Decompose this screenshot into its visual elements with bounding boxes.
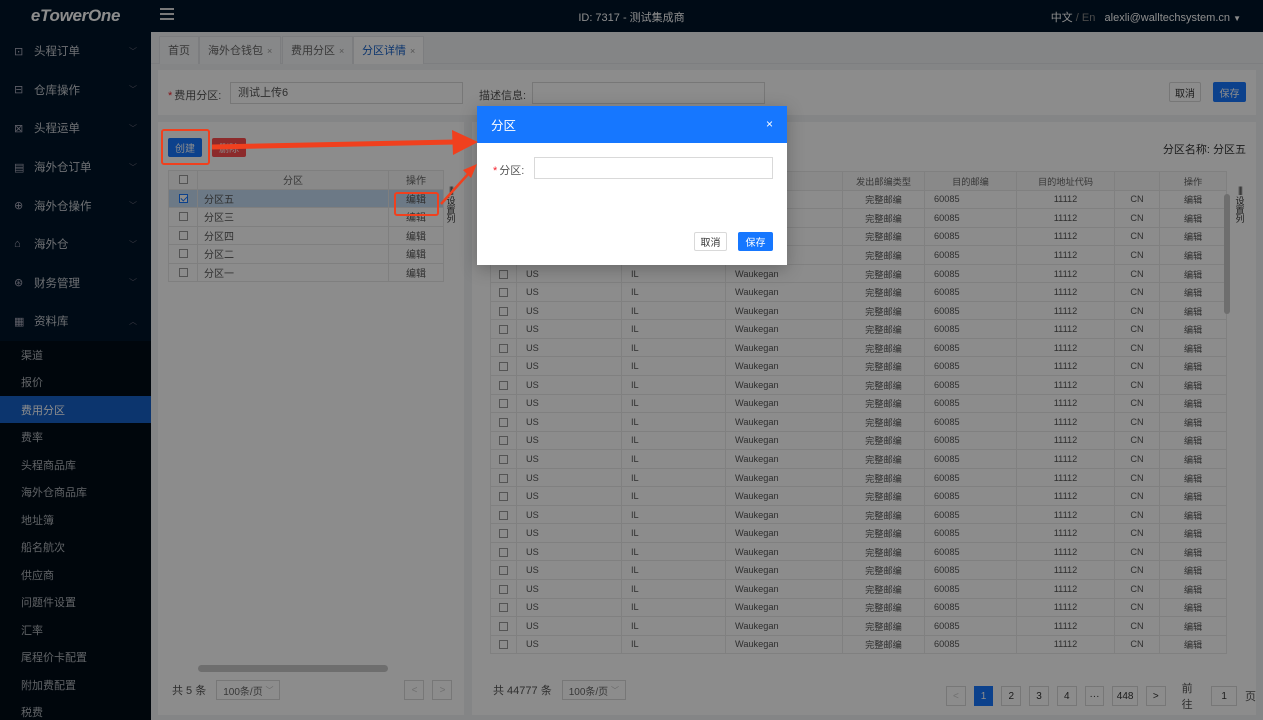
arrow-head-create [452,130,478,155]
annotation-arrows [211,130,478,205]
arrow-line-edit [440,171,471,205]
arrow-line-create [211,139,456,150]
